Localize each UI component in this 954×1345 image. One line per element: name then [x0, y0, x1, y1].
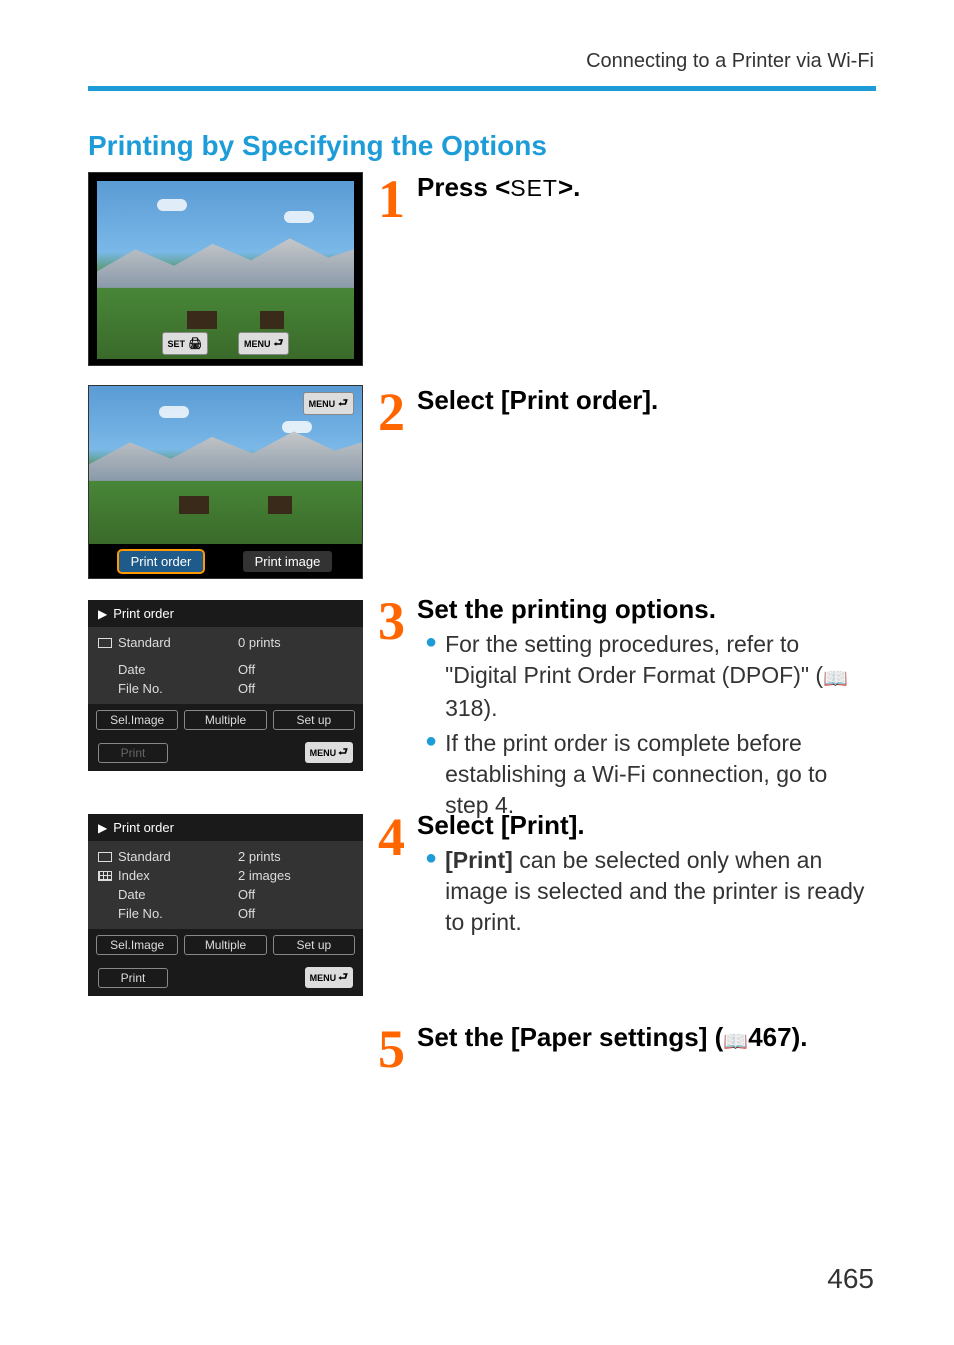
menu-badge: MENU⮐ — [238, 332, 289, 355]
step-number: 4 — [378, 810, 405, 864]
menu-row: Index 2 images — [88, 866, 363, 885]
menu-badge: MENU⮐ — [303, 392, 354, 415]
rect-icon — [98, 852, 112, 862]
step-heading: Select [Print order]. — [417, 385, 874, 416]
setup-button[interactable]: Set up — [273, 935, 355, 955]
page-number: 465 — [827, 1263, 874, 1295]
step-heading: Select [Print]. — [417, 810, 874, 841]
setup-button[interactable]: Set up — [273, 710, 355, 730]
step-3: 3 Set the printing options. ● For the se… — [378, 594, 874, 821]
step-number: 2 — [378, 385, 405, 439]
print-image-tab[interactable]: Print image — [243, 551, 333, 572]
page-header: Connecting to a Printer via Wi-Fi — [586, 50, 874, 73]
heading-suffix: >. — [558, 172, 580, 202]
multiple-button[interactable]: Multiple — [184, 935, 266, 955]
divider-line — [88, 86, 876, 91]
section-title: Printing by Specifying the Options — [88, 130, 547, 162]
bullet-text: If the print order is complete before es… — [445, 728, 874, 821]
step-5: 5 Set the [Paper settings] (📖467). — [378, 1022, 874, 1076]
sel-image-button[interactable]: Sel.Image — [96, 935, 178, 955]
print-order-menu-1: ▶Print order Standard 0 prints Date Off … — [88, 600, 363, 771]
print-button: Print — [98, 743, 168, 763]
print-order-menu-2: ▶Print order Standard 2 prints Index 2 i… — [88, 814, 363, 996]
menu-badge: MENU⮐ — [305, 742, 353, 763]
set-label: SET — [510, 175, 558, 201]
rect-icon — [98, 638, 112, 648]
menu-buttons: Sel.Image Multiple Set up — [88, 929, 363, 961]
step-4: 4 Select [Print]. ● [Print] can be selec… — [378, 810, 874, 938]
grid-icon — [98, 871, 112, 881]
print-order-tab[interactable]: Print order — [119, 551, 204, 572]
menu-row: File No. Off — [88, 679, 363, 698]
bullet-icon: ● — [425, 731, 437, 751]
step-number: 5 — [378, 1022, 405, 1076]
step-number: 1 — [378, 172, 405, 226]
print-button[interactable]: Print — [98, 968, 168, 988]
camera-screenshot-2: MENU⮐ Print order Print image — [88, 385, 363, 579]
multiple-button[interactable]: Multiple — [184, 710, 266, 730]
menu-title: ▶Print order — [88, 814, 363, 841]
step-heading: Set the [Paper settings] (📖467). — [417, 1022, 874, 1054]
bullet-icon: ● — [425, 848, 437, 868]
camera-screenshot-1: 🖨 SET🖨 MENU⮐ — [88, 172, 363, 366]
step-heading: Press <SET>. — [417, 172, 874, 203]
menu-title: ▶Print order — [88, 600, 363, 627]
step-number: 3 — [378, 594, 405, 648]
bullet-icon: ● — [425, 632, 437, 652]
menu-row: Date Off — [88, 660, 363, 679]
step-1: 1 Press <SET>. — [378, 172, 874, 226]
menu-row: Standard 2 prints — [88, 847, 363, 866]
step-heading: Set the printing options. — [417, 594, 874, 625]
heading-prefix: Press < — [417, 172, 510, 202]
set-badge: SET🖨 — [162, 332, 208, 355]
menu-buttons: Sel.Image Multiple Set up — [88, 704, 363, 736]
book-icon: 📖 — [723, 1029, 748, 1054]
book-icon: 📖 — [823, 666, 848, 693]
menu-row: File No. Off — [88, 904, 363, 923]
menu-row: Date Off — [88, 885, 363, 904]
menu-row: Standard 0 prints — [88, 633, 363, 652]
sel-image-button[interactable]: Sel.Image — [96, 710, 178, 730]
bullet-text: For the setting procedures, refer to "Di… — [445, 629, 874, 724]
step-2: 2 Select [Print order]. — [378, 385, 874, 439]
menu-badge: MENU⮐ — [305, 967, 353, 988]
bullet-text: [Print] can be selected only when an ima… — [445, 845, 874, 938]
